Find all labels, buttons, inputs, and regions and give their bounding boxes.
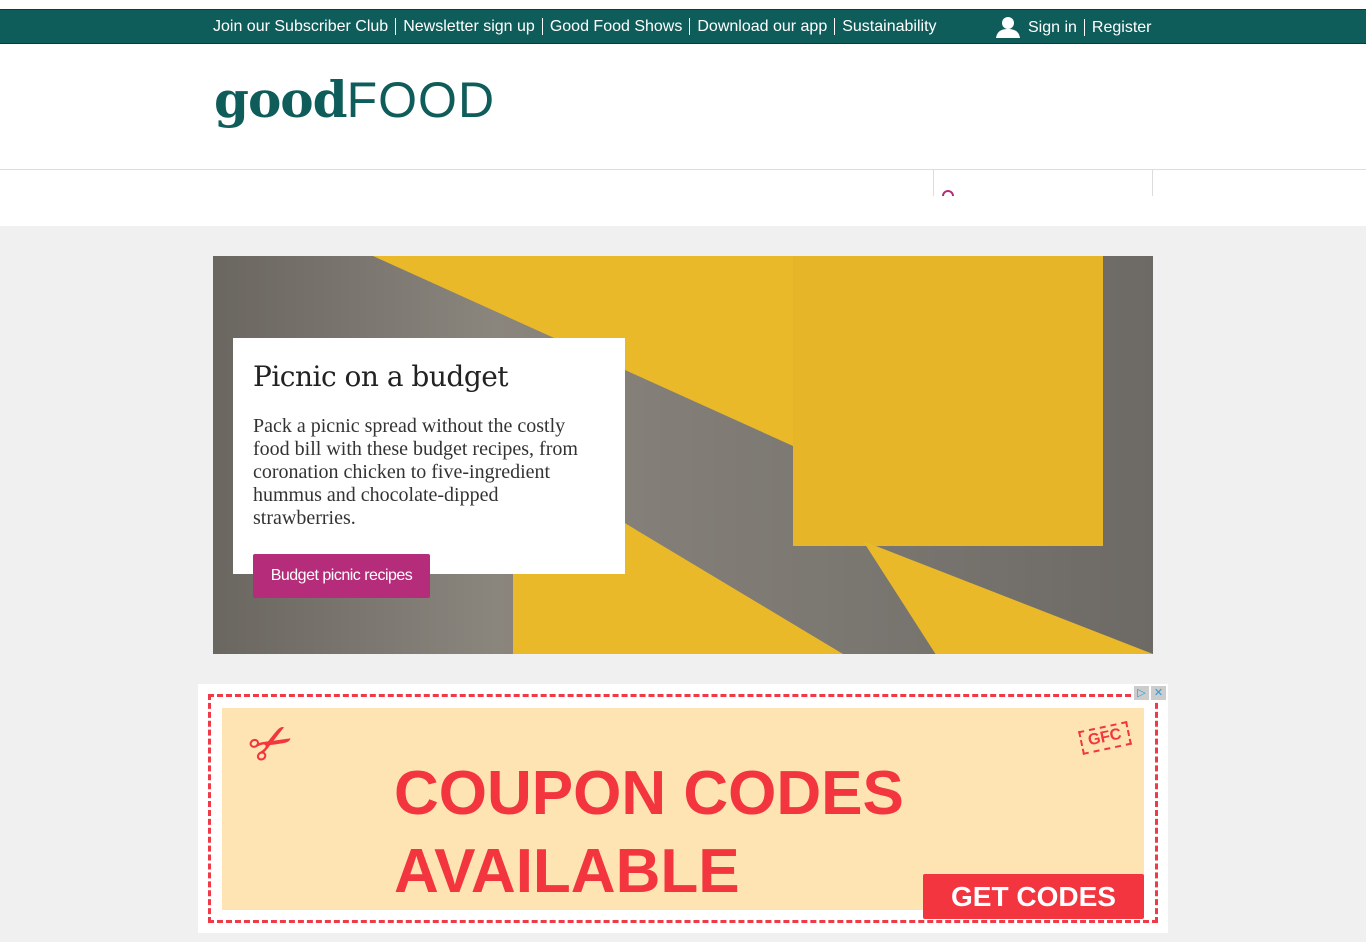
site-header: goodFOOD <box>0 44 1366 226</box>
link-good-food-shows[interactable]: Good Food Shows <box>543 18 691 35</box>
user-icon <box>996 17 1020 38</box>
budget-picnic-recipes-button[interactable]: Budget picnic recipes <box>253 554 430 598</box>
top-links: Join our Subscriber Club Newsletter sign… <box>213 18 944 35</box>
sign-in-link[interactable]: Sign in <box>1021 19 1084 36</box>
advertisement[interactable]: ✂ COUPON CODES AVAILABLE GFC GET CODES ▷… <box>198 684 1168 933</box>
link-download-app[interactable]: Download our app <box>690 18 836 35</box>
link-sustainability[interactable]: Sustainability <box>835 18 943 35</box>
top-spacer <box>0 0 1366 9</box>
main-nav-divider <box>0 169 1366 170</box>
ad-dashed-border <box>208 694 1158 923</box>
hero-title: Picnic on a budget <box>253 360 509 393</box>
link-subscriber-club[interactable]: Join our Subscriber Club <box>213 18 397 35</box>
search-icon <box>942 190 954 196</box>
register-link[interactable]: Register <box>1083 18 1159 36</box>
link-newsletter[interactable]: Newsletter sign up <box>396 18 543 35</box>
logo[interactable]: goodFOOD <box>214 70 495 129</box>
adchoices-icon[interactable]: ▷ <box>1134 686 1149 700</box>
close-icon[interactable]: ✕ <box>1151 686 1166 700</box>
hero-description: Pack a picnic spread without the costly … <box>253 415 578 529</box>
hero-card: Picnic on a budget Pack a picnic spread … <box>233 338 625 574</box>
search-box[interactable] <box>933 170 1153 196</box>
top-bar: Join our Subscriber Club Newsletter sign… <box>0 9 1366 44</box>
account-links: Sign in Register <box>995 16 1159 38</box>
